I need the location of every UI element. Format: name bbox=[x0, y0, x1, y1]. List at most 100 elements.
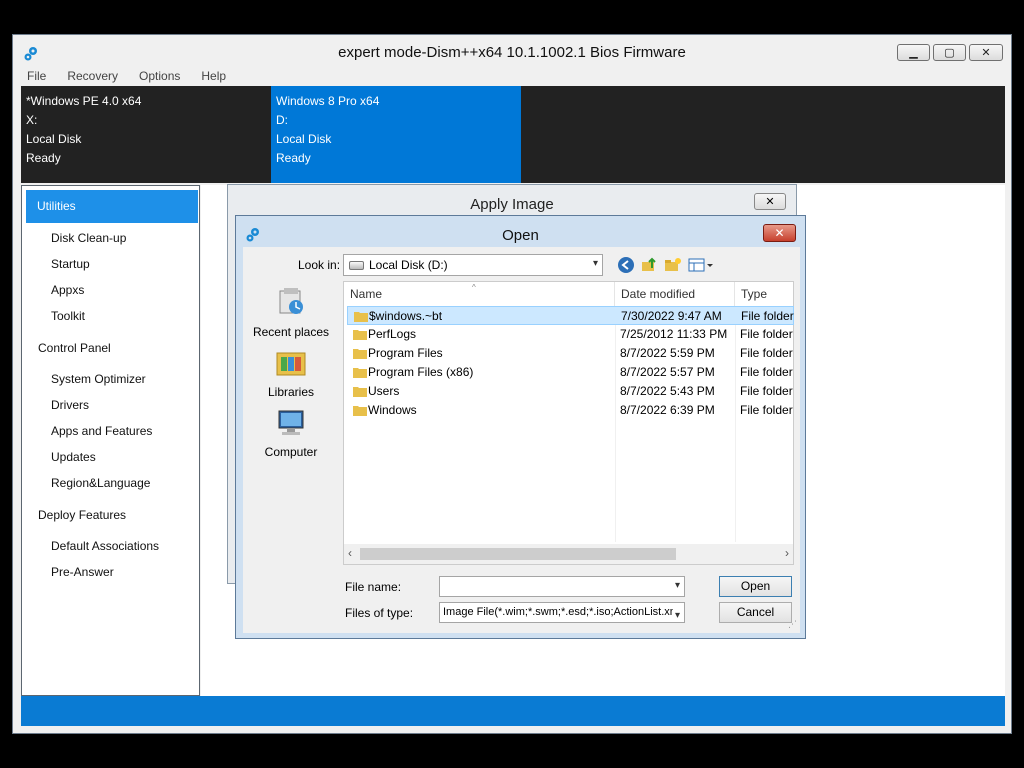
file-row[interactable]: PerfLogs 7/25/2012 11:33 PM File folder bbox=[347, 325, 794, 344]
menu-help[interactable]: Help bbox=[187, 66, 233, 85]
file-row[interactable]: Program Files (x86) 8/7/2022 5:57 PM Fil… bbox=[347, 363, 794, 382]
system-panel-pe[interactable]: *Windows PE 4.0 x64 X: Local Disk Ready bbox=[21, 86, 271, 183]
sidebar-item-startup[interactable]: Startup bbox=[22, 257, 199, 271]
system-name: Windows 8 Pro x64 bbox=[276, 94, 380, 108]
folder-icon bbox=[353, 387, 367, 397]
file-row[interactable]: Users 8/7/2022 5:43 PM File folder bbox=[347, 382, 794, 401]
menu-options[interactable]: Options bbox=[125, 66, 187, 85]
back-button[interactable] bbox=[616, 255, 636, 275]
maximize-button[interactable]: ▢ bbox=[933, 44, 966, 61]
close-icon: ✕ bbox=[765, 196, 775, 208]
sort-up-icon: ^ bbox=[472, 283, 476, 292]
file-name: $windows.~bt bbox=[369, 309, 443, 323]
view-menu-button[interactable] bbox=[688, 255, 714, 275]
file-name-input[interactable]: ▾ bbox=[439, 576, 685, 597]
close-icon: ✕ bbox=[774, 226, 785, 240]
sidebar-item-utilities[interactable]: Utilities bbox=[26, 190, 198, 223]
file-date: 8/7/2022 6:39 PM bbox=[620, 403, 715, 417]
file-row[interactable]: Program Files 8/7/2022 5:59 PM File fold… bbox=[347, 344, 794, 363]
column-header-type[interactable]: Type bbox=[735, 282, 793, 306]
libraries-icon bbox=[276, 352, 306, 376]
chevron-down-icon: ▾ bbox=[592, 258, 598, 269]
file-date: 8/7/2022 5:59 PM bbox=[620, 346, 715, 360]
sidebar-item-drivers[interactable]: Drivers bbox=[22, 398, 199, 412]
place-label: Recent places bbox=[252, 325, 330, 339]
file-date: 7/30/2022 9:47 AM bbox=[621, 309, 722, 323]
folder-icon bbox=[354, 312, 368, 322]
system-panel-win8[interactable]: Windows 8 Pro x64 D: Local Disk Ready bbox=[271, 86, 521, 183]
computer-icon bbox=[278, 410, 304, 435]
scroll-left-icon[interactable]: ‹ bbox=[348, 546, 352, 560]
file-row[interactable]: Windows 8/7/2022 6:39 PM File folder bbox=[347, 401, 794, 420]
column-header-name[interactable]: Name ^ bbox=[344, 282, 615, 306]
minimize-button[interactable]: ▁ bbox=[897, 44, 930, 61]
resize-grip-icon[interactable]: ⋰ bbox=[788, 619, 797, 630]
open-dialog-title: Open bbox=[502, 227, 539, 244]
folder-icon bbox=[353, 330, 367, 340]
file-type: File folder bbox=[740, 384, 793, 398]
new-folder-button[interactable] bbox=[663, 255, 683, 275]
up-folder-button[interactable] bbox=[639, 255, 659, 275]
apply-dialog-title: Apply Image bbox=[470, 196, 554, 213]
close-button[interactable]: ✕ bbox=[969, 44, 1003, 61]
files-of-type-label: Files of type: bbox=[345, 606, 414, 620]
sidebar-item-pre-answer[interactable]: Pre-Answer bbox=[22, 565, 199, 579]
new-folder-icon bbox=[665, 258, 681, 271]
sidebar-item-default-associations[interactable]: Default Associations bbox=[22, 539, 199, 553]
scroll-thumb[interactable] bbox=[360, 548, 676, 560]
look-in-label: Look in: bbox=[298, 258, 341, 272]
file-name: Users bbox=[368, 384, 400, 398]
system-type: Local Disk bbox=[26, 132, 82, 146]
sidebar-item-control-panel[interactable]: Control Panel bbox=[22, 341, 199, 355]
maximize-icon: ▢ bbox=[944, 47, 955, 59]
file-row[interactable]: $windows.~bt 7/30/2022 9:47 AM File fold… bbox=[347, 306, 794, 325]
horizontal-scrollbar[interactable]: ‹ › bbox=[344, 544, 793, 564]
file-type: File folder bbox=[740, 403, 793, 417]
minimize-icon: ▁ bbox=[909, 47, 918, 59]
sidebar-item-appxs[interactable]: Appxs bbox=[22, 283, 199, 297]
open-dialog-close-button[interactable]: ✕ bbox=[763, 224, 796, 242]
open-dialog: Open ✕ Look in: Local Disk (D:) ▾ Recent… bbox=[235, 215, 806, 639]
menu-recovery[interactable]: Recovery bbox=[53, 66, 125, 85]
place-computer[interactable]: Computer bbox=[243, 407, 339, 459]
sidebar: Utilities Disk Clean-up Startup Appxs To… bbox=[21, 185, 200, 696]
place-recent[interactable]: Recent places bbox=[243, 287, 339, 339]
menu-bar: File Recovery Options Help bbox=[13, 66, 233, 85]
sidebar-item-deploy-features[interactable]: Deploy Features bbox=[22, 508, 199, 522]
file-name-label: File name: bbox=[345, 580, 402, 594]
cancel-button[interactable]: Cancel bbox=[719, 602, 792, 623]
system-status: Ready bbox=[276, 151, 311, 165]
file-list: Name ^ Date modified Type $windows.~bt 7/… bbox=[343, 281, 794, 565]
sidebar-item-region-language[interactable]: Region&Language bbox=[22, 476, 199, 490]
sidebar-item-disk-cleanup[interactable]: Disk Clean-up bbox=[22, 231, 199, 245]
scroll-right-icon[interactable]: › bbox=[785, 546, 789, 560]
recent-places-icon bbox=[279, 288, 303, 314]
place-label: Computer bbox=[264, 445, 318, 459]
look-in-value: Local Disk (D:) bbox=[369, 258, 448, 272]
system-drive: X: bbox=[26, 113, 38, 127]
menu-file[interactable]: File bbox=[13, 66, 53, 85]
file-date: 7/25/2012 11:33 PM bbox=[620, 327, 728, 341]
open-dialog-body: Look in: Local Disk (D:) ▾ Recent places bbox=[243, 247, 800, 633]
folder-icon bbox=[353, 349, 367, 359]
column-header-date[interactable]: Date modified bbox=[615, 282, 735, 306]
look-in-select[interactable]: Local Disk (D:) ▾ bbox=[343, 254, 603, 276]
system-type: Local Disk bbox=[276, 132, 332, 146]
file-date: 8/7/2022 5:43 PM bbox=[620, 384, 715, 398]
sidebar-item-system-optimizer[interactable]: System Optimizer bbox=[22, 372, 199, 386]
title-bar[interactable]: expert mode-Dism++x64 10.1.1002.1 Bios F… bbox=[13, 35, 1011, 65]
apply-dialog-close-button[interactable]: ✕ bbox=[754, 193, 786, 210]
status-bar bbox=[21, 696, 1005, 726]
place-libraries[interactable]: Libraries bbox=[243, 347, 339, 399]
file-type: File folder bbox=[741, 309, 794, 323]
system-strip: *Windows PE 4.0 x64 X: Local Disk Ready … bbox=[21, 86, 1005, 183]
file-type: File folder bbox=[740, 346, 793, 360]
open-button[interactable]: Open bbox=[719, 576, 792, 597]
file-name: PerfLogs bbox=[368, 327, 417, 341]
sidebar-item-updates[interactable]: Updates bbox=[22, 450, 199, 464]
file-type: File folder bbox=[740, 365, 793, 379]
files-of-type-select[interactable]: Image File(*.wim;*.swm;*.esd;*.iso;Actio… bbox=[439, 602, 685, 623]
system-status: Ready bbox=[26, 151, 61, 165]
sidebar-item-apps-features[interactable]: Apps and Features bbox=[22, 424, 199, 438]
sidebar-item-toolkit[interactable]: Toolkit bbox=[22, 309, 199, 323]
